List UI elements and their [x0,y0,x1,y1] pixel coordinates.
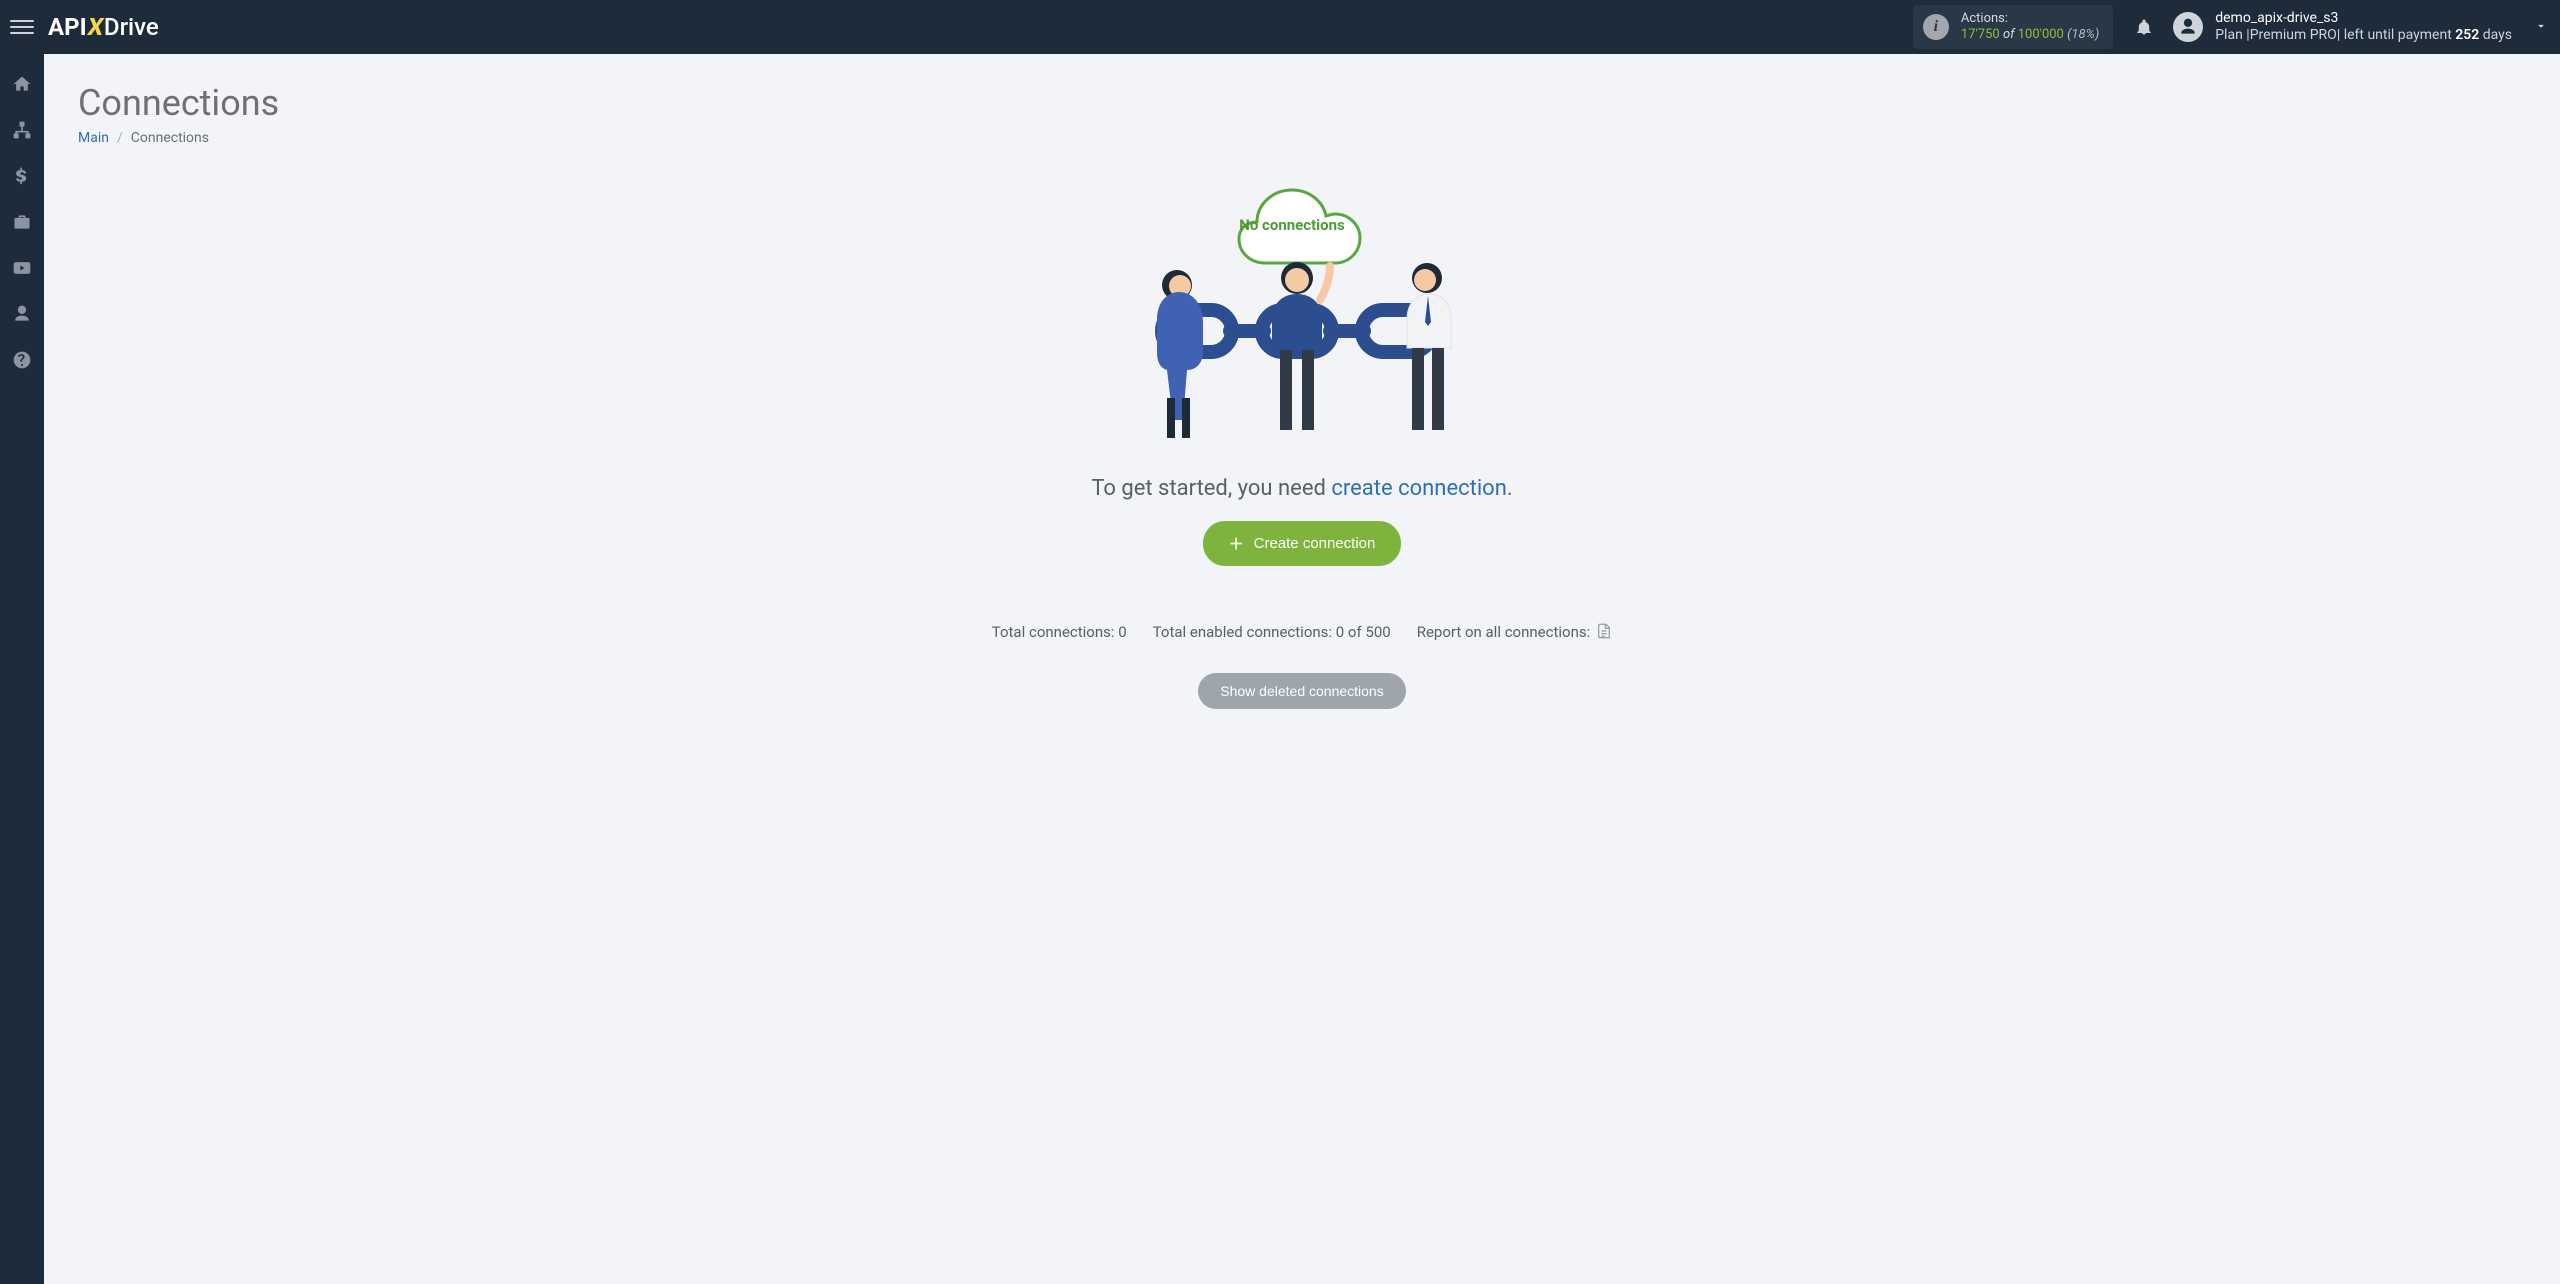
logo-drive: Drive [104,13,159,41]
logo-api: API [48,13,87,41]
show-deleted-button[interactable]: Show deleted connections [1198,673,1405,709]
sidebar-item-home[interactable] [0,70,44,98]
enabled-label: Total enabled connections: [1153,623,1336,641]
plan-suffix: days [2479,27,2512,43]
sidebar-item-marketplace[interactable] [0,208,44,236]
actions-label: Actions: [1961,11,2099,27]
create-connection-button-label: Create connection [1254,535,1376,552]
home-icon [12,74,32,94]
total-label: Total connections: [992,623,1118,641]
sidebar [0,54,44,1284]
plan-name: Premium PRO [2250,27,2337,43]
enabled-connections: Total enabled connections: 0 of 500 [1153,623,1391,641]
actions-values: 17'750 of 100'000 (18%) [1961,27,2099,43]
empty-lead: To get started, you need create connecti… [1091,476,1512,501]
briefcase-icon [12,212,32,232]
sidebar-item-account[interactable] [0,300,44,328]
breadcrumb-current: Connections [131,130,209,146]
logo-x: X [85,13,105,41]
sidebar-item-help[interactable] [0,346,44,374]
user-name: demo_apix-drive_s3 [2215,10,2512,28]
chevron-down-icon [2534,19,2548,33]
dollar-icon [12,166,32,186]
actions-lines: Actions: 17'750 of 100'000 (18%) [1961,11,2099,44]
create-connection-button[interactable]: ＋ Create connection [1203,521,1402,566]
report-label: Report on all connections: [1417,623,1591,641]
logo[interactable]: API X Drive [48,13,159,41]
topbar: API X Drive i Actions: 17'750 of 100'000… [0,0,2560,54]
plan-line: Plan |Premium PRO| left until payment 25… [2215,27,2512,45]
cloud-text: No connections [1239,216,1345,234]
sidebar-item-billing[interactable] [0,162,44,190]
sitemap-icon [12,120,32,140]
create-connection-link[interactable]: create connection [1331,476,1507,501]
video-icon [12,258,32,278]
total-connections: Total connections: 0 [992,623,1127,641]
actions-limit: 100'000 [2018,27,2064,42]
breadcrumb-main-link[interactable]: Main [78,130,109,146]
enabled-value: 0 of 500 [1336,623,1391,641]
sidebar-item-connections[interactable] [0,116,44,144]
page-title: Connections [78,82,2526,124]
actions-used: 17'750 [1961,27,2000,42]
document-icon [1596,622,1612,641]
account-avatar-button[interactable] [2173,12,2203,42]
info-icon: i [1923,14,1949,40]
menu-toggle-button[interactable] [10,15,34,39]
actions-usage-box[interactable]: i Actions: 17'750 of 100'000 (18%) [1913,5,2113,50]
plan-mid: | left until payment [2337,27,2455,43]
bell-icon [2135,18,2153,36]
actions-of: of [2003,27,2015,42]
plan-prefix: Plan | [2215,27,2249,43]
empty-illustration: No connections [1122,170,1482,450]
connections-stats: Total connections: 0 Total enabled conne… [992,622,1613,641]
actions-percent: (18%) [2067,27,2099,42]
lead-prefix: To get started, you need [1091,476,1331,501]
plan-days: 252 [2455,27,2479,43]
total-value: 0 [1118,623,1126,641]
breadcrumb-separator: / [117,130,123,146]
plus-icon: ＋ [1229,533,1244,554]
report-all-connections[interactable]: Report on all connections: [1417,622,1613,641]
breadcrumb: Main / Connections [78,130,2526,146]
sidebar-item-videos[interactable] [0,254,44,282]
empty-state: No connections [78,170,2526,709]
user-block[interactable]: demo_apix-drive_s3 Plan |Premium PRO| le… [2215,10,2512,45]
avatar-icon [2178,17,2198,37]
notifications-button[interactable] [2135,18,2153,36]
main-content: Connections Main / Connections No connec… [44,54,2560,1284]
show-deleted-button-label: Show deleted connections [1220,683,1383,699]
lead-suffix: . [1507,476,1513,501]
user-icon [12,304,32,324]
user-menu-caret[interactable] [2534,18,2548,37]
help-icon [12,350,32,370]
